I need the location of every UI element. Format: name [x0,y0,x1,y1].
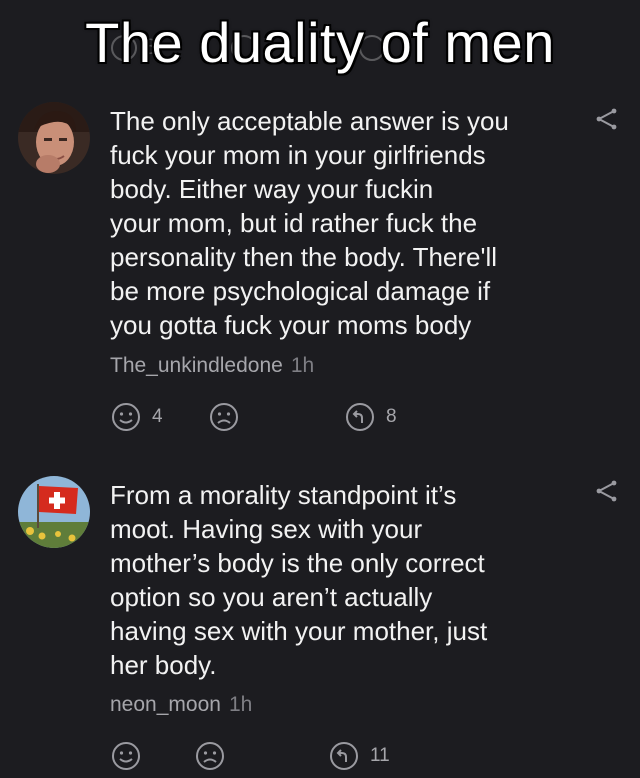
share-icon[interactable] [594,106,620,132]
comment-author[interactable]: The_unkindledone [110,354,283,377]
dislike-button[interactable] [194,740,226,772]
comment-line: From a morality standpoint it’s [110,480,457,510]
comment-line: your mom, but id rather fuck the [110,208,478,238]
reply-button[interactable]: 8 [344,401,397,433]
comment-line: you gotta fuck your moms body [110,310,472,340]
reply-button[interactable]: 11 [328,740,390,772]
comment-actions: 11 [110,740,510,774]
comment-line: fuck your mom in your girlfriends [110,140,486,170]
smile-icon [112,403,140,431]
comment-body: From a morality standpoint it’s moot. Ha… [110,478,570,682]
reply-icon [346,403,374,431]
comment-actions: 4 8 [110,401,510,435]
smile-icon [112,742,140,770]
like-button[interactable]: 4 [110,401,163,433]
comment-body: The only acceptable answer is you fuck y… [110,104,570,342]
comment-line: having sex with your mother, just [110,616,488,646]
comment-line: moot. Having sex with your [110,514,423,544]
avatar[interactable] [18,102,90,174]
comment-time: 1h [290,354,315,377]
comment-author[interactable]: neon_moon [110,693,221,716]
meme-caption: The duality of men [85,11,555,74]
comment-line: body. Either way your fuckin [110,174,434,204]
comment-line: mother’s body is the only correct [110,548,485,578]
comment-line: personality then the body. There'll [110,242,498,272]
comment-line: be more psychological damage if [110,276,491,306]
comment-meta: neon_moon 1h [110,693,252,717]
frown-icon [210,403,238,431]
dislike-button[interactable] [208,401,240,433]
reply-count: 8 [386,406,397,427]
like-count: 4 [152,406,163,427]
comment-time: 1h [228,693,253,716]
avatar[interactable] [18,476,90,548]
comment-meta: The_unkindledone 1h [110,354,314,378]
swiss-flag-avatar-icon [18,476,90,548]
reply-count: 11 [370,745,390,766]
comment-line: her body. [110,650,217,680]
comment-line: The only acceptable answer is you [110,106,509,136]
comment-line: option so you aren’t actually [110,582,433,612]
man-selfie-avatar-icon [18,102,90,174]
frown-icon [196,742,224,770]
reply-icon [330,742,358,770]
share-icon[interactable] [594,478,620,504]
like-button[interactable] [110,740,152,772]
